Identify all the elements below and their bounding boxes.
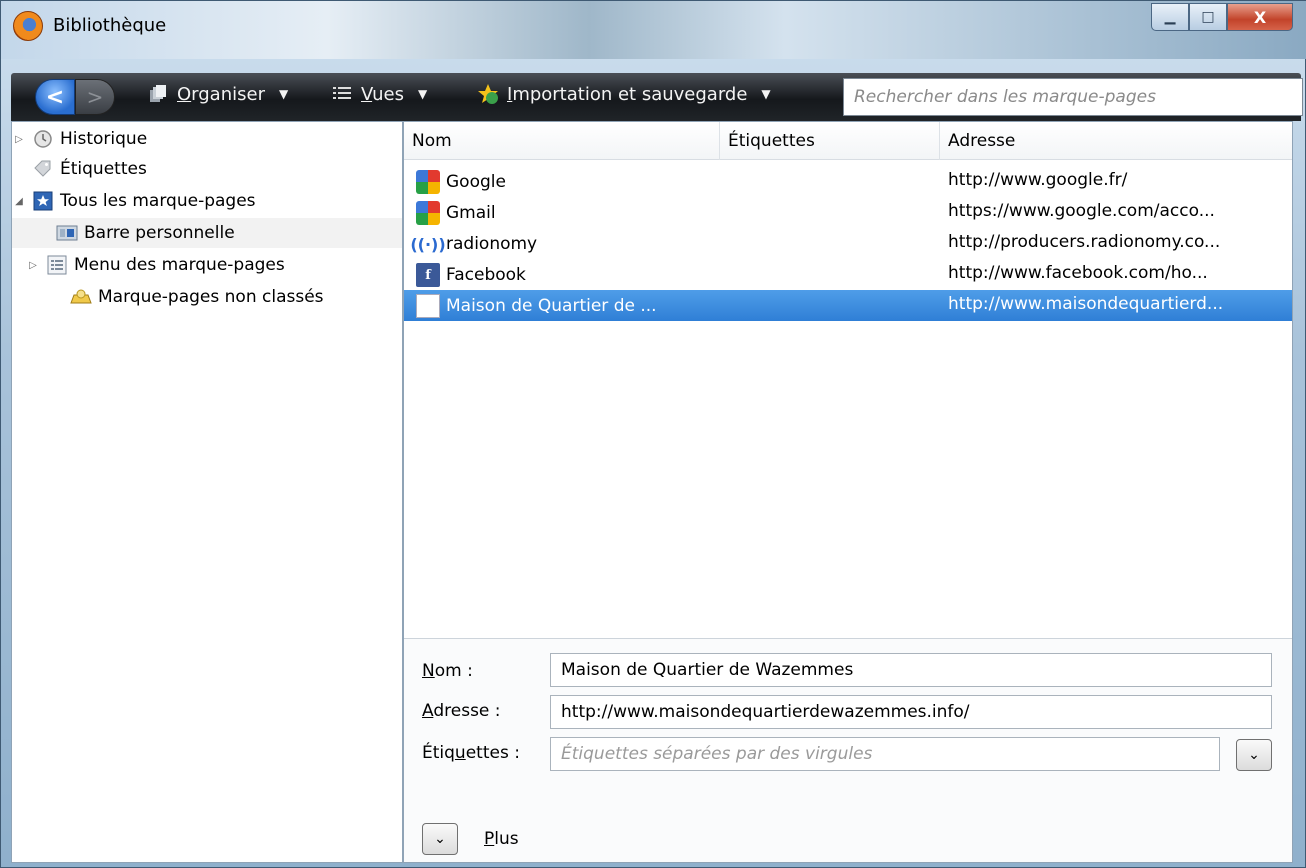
- search-bookmarks-input[interactable]: Rechercher dans les marque-pages: [843, 78, 1303, 116]
- plus-expand-button[interactable]: ⌄: [422, 823, 458, 855]
- column-header-adresse[interactable]: Adresse: [940, 122, 1292, 160]
- menu-folder-icon: [46, 255, 68, 275]
- plus-label[interactable]: Plus: [484, 829, 519, 849]
- sidebar-item-label: Barre personnelle: [84, 223, 235, 243]
- window-controls: ▁ □ X: [1151, 3, 1293, 31]
- vues-label: Vues: [361, 83, 404, 105]
- column-header-etiquettes[interactable]: Étiquettes: [720, 122, 940, 160]
- star-folder-icon: [32, 191, 54, 211]
- sidebar-item-etiquettes[interactable]: Étiquettes: [12, 154, 147, 184]
- sidebar-item-label: Marque-pages non classés: [98, 287, 324, 307]
- bookmark-details-panel: Nom : Maison de Quartier de Wazemmes Adr…: [404, 638, 1292, 862]
- forward-button[interactable]: >: [75, 79, 115, 115]
- clock-icon: [32, 129, 54, 149]
- nom-label: Nom :: [422, 661, 473, 681]
- sidebar-item-tous-les-marque-pages[interactable]: ◢ Tous les marque-pages: [12, 186, 256, 216]
- title-bar: Bibliothèque ▁ □ X: [1, 1, 1306, 59]
- import-star-icon: [477, 83, 499, 105]
- etiquettes-dropdown-button[interactable]: ⌄: [1236, 739, 1272, 771]
- sidebar-item-menu-des-marque-pages[interactable]: ▷ Menu des marque-pages: [12, 250, 285, 280]
- organiser-menu-button[interactable]: Organiser ▼: [147, 83, 288, 105]
- tag-icon: [32, 159, 54, 179]
- facebook-favicon-icon: f: [416, 263, 440, 287]
- sidebar-item-label: Menu des marque-pages: [74, 255, 285, 275]
- toolbar: < > Organiser ▼ Vues ▼ Importation et sa…: [11, 73, 1303, 121]
- column-header-nom[interactable]: Nom: [404, 122, 720, 160]
- sidebar-item-marque-pages-non-classes[interactable]: Marque-pages non classés: [12, 282, 324, 312]
- organise-icon: [147, 83, 169, 105]
- chevron-down-icon: ▼: [417, 87, 428, 101]
- unsorted-folder-icon: [70, 287, 92, 307]
- sidebar-item-historique[interactable]: ▷ Historique: [12, 124, 147, 154]
- organiser-label: Organiser: [177, 83, 265, 105]
- column-header-row: Nom Étiquettes Adresse: [404, 122, 1292, 160]
- sidebar-item-label: Tous les marque-pages: [60, 191, 256, 211]
- adresse-field[interactable]: http://www.maisondequartierdewazemmes.in…: [550, 695, 1272, 729]
- etiquettes-label: Étiquettes :: [422, 743, 520, 763]
- chevron-down-icon: ▼: [278, 87, 289, 101]
- minimize-button[interactable]: ▁: [1151, 3, 1189, 31]
- bookmark-list-pane: Nom Étiquettes Adresse Google http://www…: [403, 121, 1293, 863]
- firefox-logo-icon: [13, 11, 43, 41]
- google-favicon-icon: [416, 201, 440, 225]
- import-backup-menu-button[interactable]: Importation et sauvegarde ▼: [477, 83, 771, 105]
- expand-arrow-icon[interactable]: ▷: [26, 260, 40, 271]
- vues-menu-button[interactable]: Vues ▼: [331, 83, 427, 105]
- sidebar-tree: ▷ Historique Étiquettes ◢ Tous les marqu…: [11, 121, 403, 863]
- etiquettes-field[interactable]: Étiquettes séparées par des virgules: [550, 737, 1220, 771]
- library-window: Bibliothèque ▁ □ X < > Organiser ▼ Vues …: [0, 0, 1306, 868]
- page-favicon-icon: [416, 294, 440, 318]
- toolbar-folder-icon: [56, 223, 78, 243]
- bookmark-row[interactable]: f Facebook http://www.facebook.com/ho...: [404, 259, 1292, 290]
- chevron-down-icon: ▼: [761, 87, 771, 101]
- views-list-icon: [331, 83, 353, 105]
- back-button[interactable]: <: [35, 79, 75, 115]
- sidebar-item-label: Étiquettes: [60, 159, 147, 179]
- expand-arrow-icon[interactable]: ▷: [12, 134, 26, 145]
- bookmark-row[interactable]: Gmail https://www.google.com/acco...: [404, 197, 1292, 228]
- radionomy-favicon-icon: ((·)): [410, 234, 446, 254]
- chevron-down-icon: ⌄: [1248, 747, 1260, 763]
- adresse-label: Adresse :: [422, 701, 501, 721]
- import-backup-label: Importation et sauvegarde: [507, 83, 748, 105]
- sidebar-item-barre-personnelle[interactable]: Barre personnelle: [12, 218, 402, 248]
- bookmark-row[interactable]: Google http://www.google.fr/: [404, 166, 1292, 197]
- nom-field[interactable]: Maison de Quartier de Wazemmes: [550, 653, 1272, 687]
- bookmark-row[interactable]: ((·)) radionomy http://producers.radionom…: [404, 228, 1292, 259]
- collapse-arrow-icon[interactable]: ◢: [12, 196, 26, 207]
- bookmark-row-selected[interactable]: Maison de Quartier de ... http://www.mai…: [404, 290, 1292, 321]
- window-title: Bibliothèque: [53, 15, 167, 36]
- chevron-down-icon: ⌄: [434, 831, 446, 847]
- sidebar-item-label: Historique: [60, 129, 148, 149]
- close-button[interactable]: X: [1227, 3, 1293, 31]
- maximize-button[interactable]: □: [1189, 3, 1227, 31]
- google-favicon-icon: [416, 170, 440, 194]
